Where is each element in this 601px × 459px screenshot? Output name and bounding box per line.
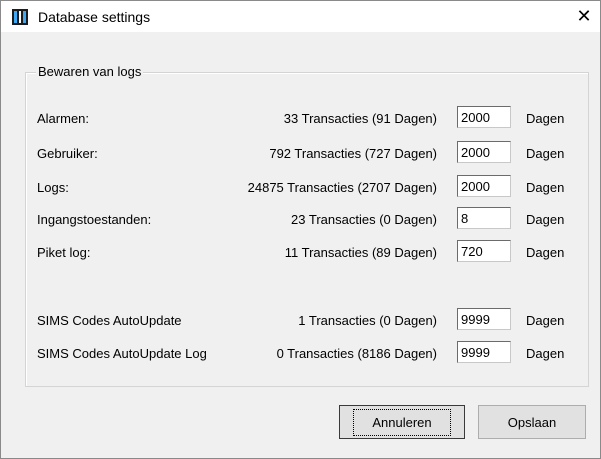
retention-days-input[interactable] [457,341,511,363]
save-button-label: Opslaan [507,414,557,430]
window-title: Database settings [38,9,151,25]
row-label: Logs: [37,180,69,195]
close-button[interactable]: ✕ [568,1,600,32]
close-icon: ✕ [576,6,592,26]
retention-days-input[interactable] [457,207,511,229]
row-ingangstoestanden: Ingangstoestanden: 23 Transacties (0 Dag… [37,207,577,231]
cancel-button-label: Annuleren [353,408,451,436]
row-unit: Dagen [526,245,565,260]
row-piket-log: Piket log: 11 Transacties (89 Dagen) Dag… [37,240,577,264]
row-count: 24875 Transacties (2707 Dagen) [247,180,437,195]
row-unit: Dagen [526,313,565,328]
row-unit: Dagen [526,212,565,227]
row-count: 11 Transacties (89 Dagen) [284,245,437,260]
row-count: 33 Transacties (91 Dagen) [283,111,437,126]
row-label: SIMS Codes AutoUpdate [37,313,182,328]
row-alarmen: Alarmen: 33 Transacties (91 Dagen) Dagen [37,106,577,130]
group-legend: Bewaren van logs [36,64,144,79]
row-count: 792 Transacties (727 Dagen) [269,146,437,161]
row-sims-autoupdate-log: SIMS Codes AutoUpdate Log 0 Transacties … [37,341,577,365]
row-logs: Logs: 24875 Transacties (2707 Dagen) Dag… [37,175,577,199]
row-label: SIMS Codes AutoUpdate Log [37,346,207,361]
row-gebruiker: Gebruiker: 792 Transacties (727 Dagen) D… [37,141,577,165]
title-bar: Database settings ✕ [1,1,600,32]
cancel-button[interactable]: Annuleren [339,405,465,439]
row-count: 0 Transacties (8186 Dagen) [276,346,437,361]
dialog-window: Database settings ✕ Bewaren van logs Ala… [0,0,601,459]
retention-days-input[interactable] [457,175,511,197]
row-count: 1 Transacties (0 Dagen) [298,313,437,328]
row-count: 23 Transacties (0 Dagen) [291,212,437,227]
row-label: Alarmen: [37,111,90,126]
row-unit: Dagen [526,346,565,361]
row-sims-autoupdate: SIMS Codes AutoUpdate 1 Transacties (0 D… [37,308,577,332]
retention-days-input[interactable] [457,240,511,262]
row-label: Gebruiker: [37,146,98,161]
retention-days-input[interactable] [457,106,511,128]
retention-days-input[interactable] [457,141,511,163]
retention-days-input[interactable] [457,308,511,330]
save-button[interactable]: Opslaan [478,405,586,439]
row-label: Ingangstoestanden: [37,212,152,227]
app-icon [12,9,28,25]
row-unit: Dagen [526,111,565,126]
row-unit: Dagen [526,180,565,195]
row-label: Piket log: [37,245,91,260]
row-unit: Dagen [526,146,565,161]
